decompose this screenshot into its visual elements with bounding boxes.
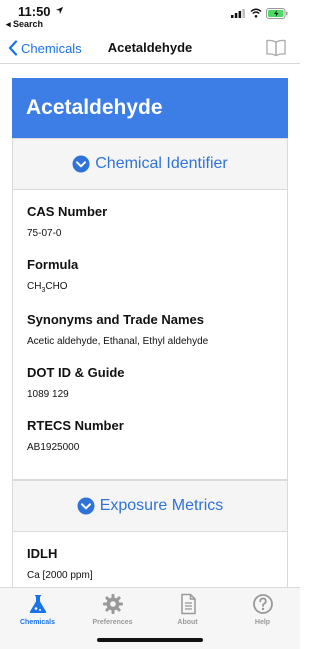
chevron-down-circle-icon (72, 155, 90, 173)
status-time: 11:50 (18, 4, 51, 19)
field-value-cas-number: 75-07-0 (27, 228, 62, 239)
tab-label: Preferences (92, 619, 133, 626)
home-indicator (97, 638, 203, 642)
chevron-down-circle-icon (77, 497, 95, 515)
field-label-dot-id: DOT ID & Guide (27, 365, 125, 380)
tab-help[interactable]: Help (225, 593, 300, 626)
book-icon[interactable] (265, 39, 287, 57)
field-value-dot-id: 1089 129 (27, 389, 69, 400)
field-label-rtecs-number: RTECS Number (27, 418, 124, 433)
field-label-synonyms: Synonyms and Trade Names (27, 312, 205, 327)
tab-label: Help (254, 619, 271, 626)
field-label-formula: Formula (27, 257, 79, 272)
section-header-exposure-metrics[interactable]: Exposure Metrics (12, 480, 288, 532)
section-header-chemical-identifier[interactable]: Chemical Identifier (12, 138, 288, 190)
field-label-cas-number: CAS Number (27, 204, 108, 219)
field-value-rtecs-number: AB1925000 (27, 442, 80, 453)
gear-icon (102, 594, 123, 614)
wifi-icon (250, 8, 262, 18)
field-value-idlh: Ca [2000 ppm] (27, 570, 93, 581)
field-value-formula: CH3CHO (27, 281, 275, 294)
section-title: Exposure Metrics (99, 497, 224, 514)
field-value-synonyms: Acetic aldehyde, Ethanal, Ethyl aldehyde (27, 336, 209, 347)
battery-charging-icon (266, 8, 288, 19)
question-icon (252, 594, 273, 614)
section-title: Chemical Identifier (95, 155, 228, 172)
document-icon (180, 593, 196, 615)
cellular-signal-icon (231, 9, 245, 18)
tab-label: About (177, 619, 198, 626)
formula-part: CH (27, 281, 42, 292)
status-back-to-app[interactable]: ◂ Search (6, 19, 43, 30)
tab-chemicals[interactable]: Chemicals (0, 593, 75, 626)
tab-preferences[interactable]: Preferences (75, 593, 150, 626)
tab-about[interactable]: About (150, 593, 225, 626)
page-title: Acetaldehyde (12, 78, 288, 138)
location-arrow-icon (55, 6, 64, 15)
nav-title: Acetaldehyde (107, 40, 193, 55)
status-bar: 11:50 ◂ Search (0, 0, 300, 32)
navigation-bar: Chemicals Acetaldehyde (0, 32, 300, 64)
field-label-idlh: IDLH (27, 546, 58, 561)
section-body-chemical-identifier: CAS Number 75-07-0 Formula CH3CHO Synony… (12, 190, 288, 480)
chemical-detail-content[interactable]: Acetaldehyde Chemical Identifier CAS Num… (12, 78, 288, 606)
flask-icon (29, 595, 46, 613)
formula-part: CHO (45, 281, 68, 292)
tab-label: Chemicals (19, 619, 56, 626)
